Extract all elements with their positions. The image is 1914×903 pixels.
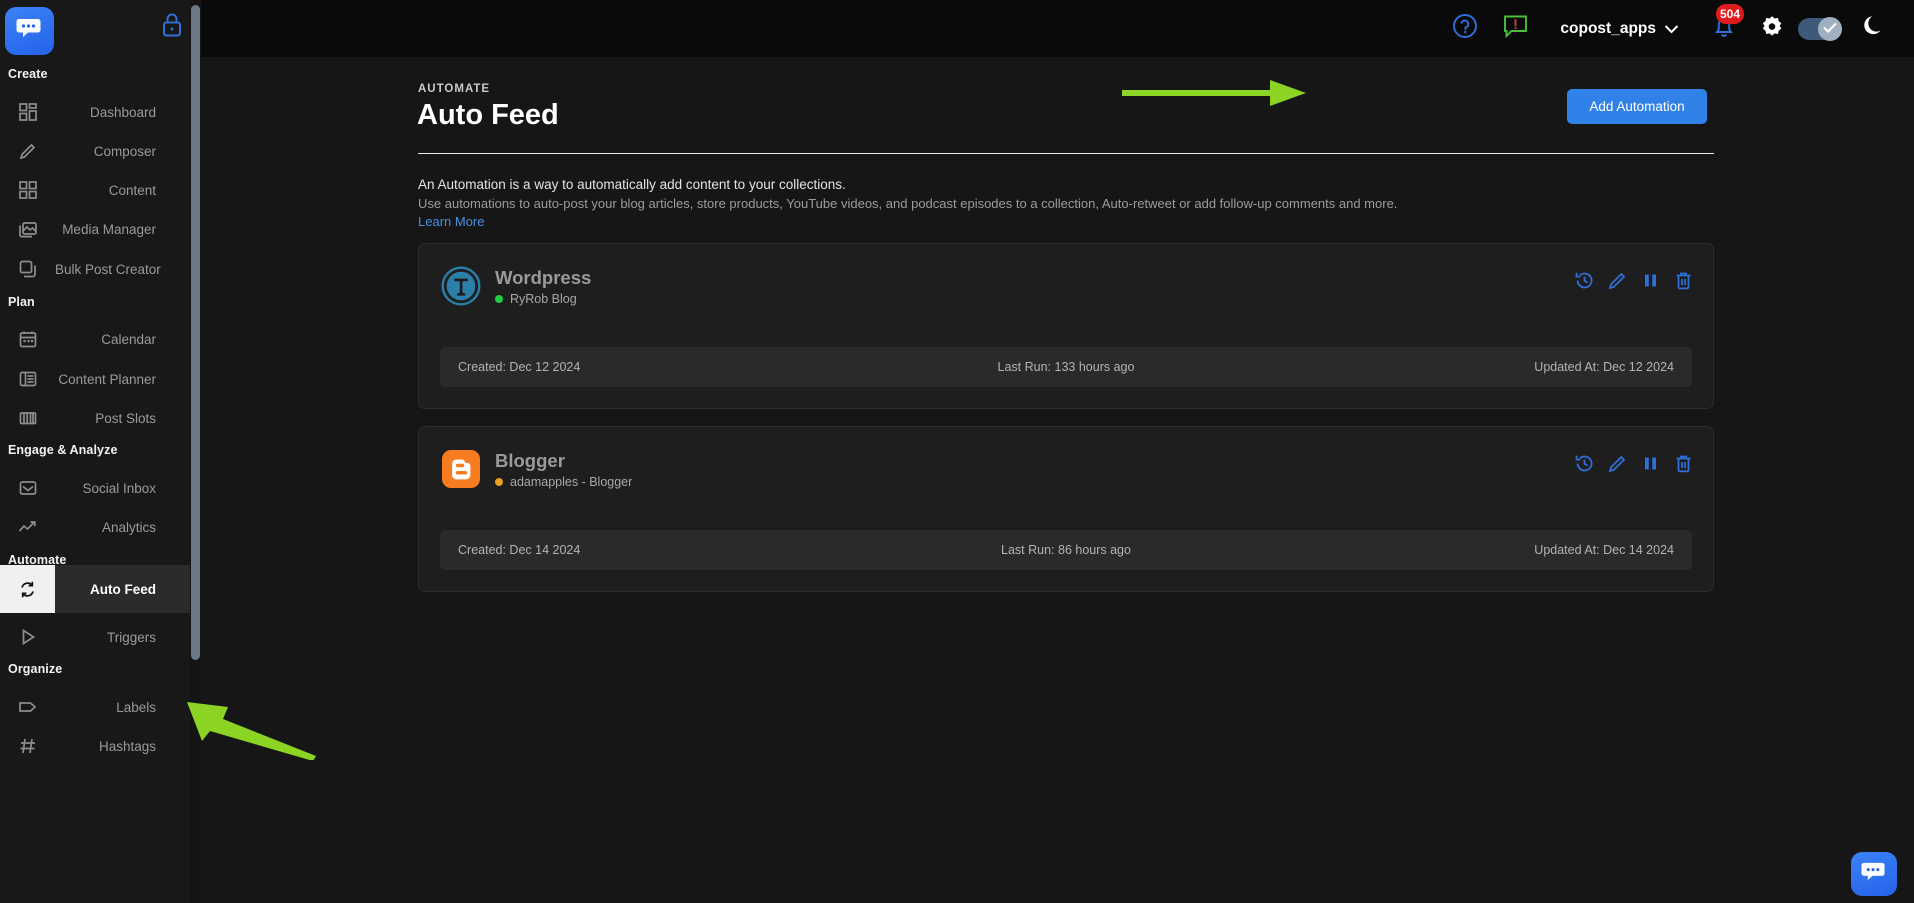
app-logo[interactable] — [5, 7, 54, 55]
chat-bubbles-icon — [16, 16, 43, 46]
automation-last-run: Last Run: 133 hours ago — [997, 360, 1135, 374]
automation-updated: Updated At: Dec 12 2024 — [1534, 360, 1674, 374]
add-automation-button[interactable]: Add Automation — [1567, 89, 1707, 124]
sidebar-item-hashtags[interactable]: Hashtags — [0, 722, 202, 770]
sidebar-item-label: Triggers — [106, 629, 156, 645]
sidebar-item-auto-feed[interactable]: Auto Feed — [0, 565, 202, 613]
automation-identity: Wordpress RyRob Blog — [495, 267, 591, 306]
automation-name: Wordpress — [495, 266, 592, 288]
automation-account-label: adamapples - Blogger — [510, 474, 633, 489]
nav-group-create: Create — [8, 67, 48, 81]
refresh-cycle-icon — [0, 565, 55, 613]
automation-header: Wordpress RyRob Blog — [441, 266, 591, 306]
sidebar-item-label: Content — [108, 182, 156, 198]
sidebar-item-bulk-post-creator[interactable]: Bulk Post Creator — [0, 245, 202, 293]
check-icon — [1823, 20, 1837, 38]
help-button[interactable] — [1442, 0, 1488, 57]
feedback-message-icon — [1503, 14, 1528, 44]
status-dot — [495, 294, 503, 303]
trash-icon[interactable] — [1674, 454, 1693, 473]
automation-name: Blogger — [495, 449, 565, 471]
sidebar-item-analytics[interactable]: Analytics — [0, 503, 202, 551]
description-line-2: Use automations to auto-post your blog a… — [418, 196, 1398, 211]
main-content: AUTOMATE Auto Feed Add Automation An Aut… — [202, 57, 1914, 903]
history-icon[interactable] — [1575, 271, 1594, 290]
gear-icon — [1760, 14, 1784, 43]
pause-icon[interactable] — [1641, 271, 1660, 290]
columns-icon — [0, 394, 55, 442]
automation-account: RyRob Blog — [495, 292, 591, 306]
automation-meta-bar: Created: Dec 14 2024 Last Run: 86 hours … — [440, 530, 1692, 570]
sidebar-item-label: Bulk Post Creator — [55, 261, 161, 277]
sidebar-scrollbar-thumb[interactable] — [191, 5, 200, 660]
nav-group-organize: Organize — [8, 662, 63, 676]
settings-button[interactable] — [1752, 0, 1792, 57]
copy-icon — [0, 245, 55, 293]
edit-pencil-icon[interactable] — [1608, 271, 1627, 290]
notification-badge: 504 — [1715, 4, 1744, 24]
trash-icon[interactable] — [1674, 271, 1693, 290]
wordpress-icon — [441, 266, 481, 306]
automation-account-label: RyRob Blog — [510, 291, 577, 306]
toggle-knob — [1818, 16, 1842, 41]
automation-account: adamapples - Blogger — [495, 475, 632, 489]
title-divider — [418, 153, 1714, 154]
automation-actions — [1575, 271, 1693, 290]
sidebar-item-label: Dashboard — [89, 104, 156, 120]
chat-widget-button[interactable] — [1851, 852, 1897, 896]
automation-updated: Updated At: Dec 14 2024 — [1534, 543, 1674, 557]
sidebar-item-label: Content Planner — [58, 371, 156, 387]
page-title: Auto Feed — [417, 99, 559, 131]
sidebar-item-label: Calendar — [101, 331, 156, 347]
blogger-icon — [441, 449, 481, 489]
automation-identity: Blogger adamapples - Blogger — [495, 450, 632, 489]
automation-created: Created: Dec 14 2024 — [458, 543, 581, 557]
sidebar-item-post-slots[interactable]: Post Slots — [0, 394, 202, 442]
lock-icon[interactable] — [160, 12, 184, 38]
automation-header: Blogger adamapples - Blogger — [441, 449, 632, 489]
pause-icon[interactable] — [1641, 454, 1660, 473]
breadcrumb-eyebrow: AUTOMATE — [418, 83, 491, 95]
status-dot — [495, 477, 503, 486]
account-name-label: copost_apps — [1560, 19, 1656, 37]
automation-created: Created: Dec 12 2024 — [458, 360, 581, 374]
dark-mode-button[interactable] — [1852, 0, 1894, 57]
notifications-button[interactable]: 504 — [1702, 0, 1746, 57]
automation-card: Wordpress RyRob Blog Created: Dec 12 202… — [418, 243, 1714, 409]
nav-group-engage: Engage & Analyze — [8, 443, 118, 457]
learn-more-link[interactable]: Learn More — [418, 214, 484, 229]
sidebar-item-label: Auto Feed — [90, 581, 156, 597]
app-root: Create Plan Engage & Analyze Automate Or… — [0, 0, 1914, 903]
trend-up-icon — [0, 503, 55, 551]
sidebar: Create Plan Engage & Analyze Automate Or… — [0, 0, 202, 903]
theme-toggle-switch[interactable] — [1798, 16, 1842, 41]
chevron-down-icon — [1664, 20, 1679, 38]
description-line-1: An Automation is a way to automatically … — [418, 177, 846, 192]
history-icon[interactable] — [1575, 454, 1594, 473]
sidebar-item-label: Composer — [93, 143, 156, 159]
top-header-bar: copost_apps 504 — [202, 0, 1914, 57]
sidebar-item-label: Analytics — [101, 519, 156, 535]
sidebar-item-label: Post Slots — [95, 410, 156, 426]
sidebar-item-triggers[interactable]: Triggers — [0, 613, 202, 661]
sidebar-item-label: Hashtags — [98, 738, 156, 754]
sidebar-item-label: Labels — [116, 699, 156, 715]
automation-last-run: Last Run: 86 hours ago — [1001, 543, 1131, 557]
account-dropdown[interactable]: copost_apps — [1560, 19, 1679, 38]
sidebar-scrollbar-track[interactable] — [190, 0, 202, 903]
nav-group-plan: Plan — [8, 295, 35, 309]
hash-icon — [0, 722, 55, 770]
play-icon — [0, 613, 55, 661]
edit-pencil-icon[interactable] — [1608, 454, 1627, 473]
moon-icon — [1863, 15, 1884, 42]
chat-bubbles-icon — [1861, 860, 1887, 889]
sidebar-item-label: Social Inbox — [82, 480, 156, 496]
sidebar-item-label: Media Manager — [62, 221, 156, 237]
feedback-button[interactable] — [1492, 0, 1538, 57]
automation-meta-bar: Created: Dec 12 2024 Last Run: 133 hours… — [440, 347, 1692, 387]
automation-card: Blogger adamapples - Blogger Created: De… — [418, 426, 1714, 592]
question-circle-icon — [1452, 13, 1478, 44]
automation-actions — [1575, 454, 1693, 473]
